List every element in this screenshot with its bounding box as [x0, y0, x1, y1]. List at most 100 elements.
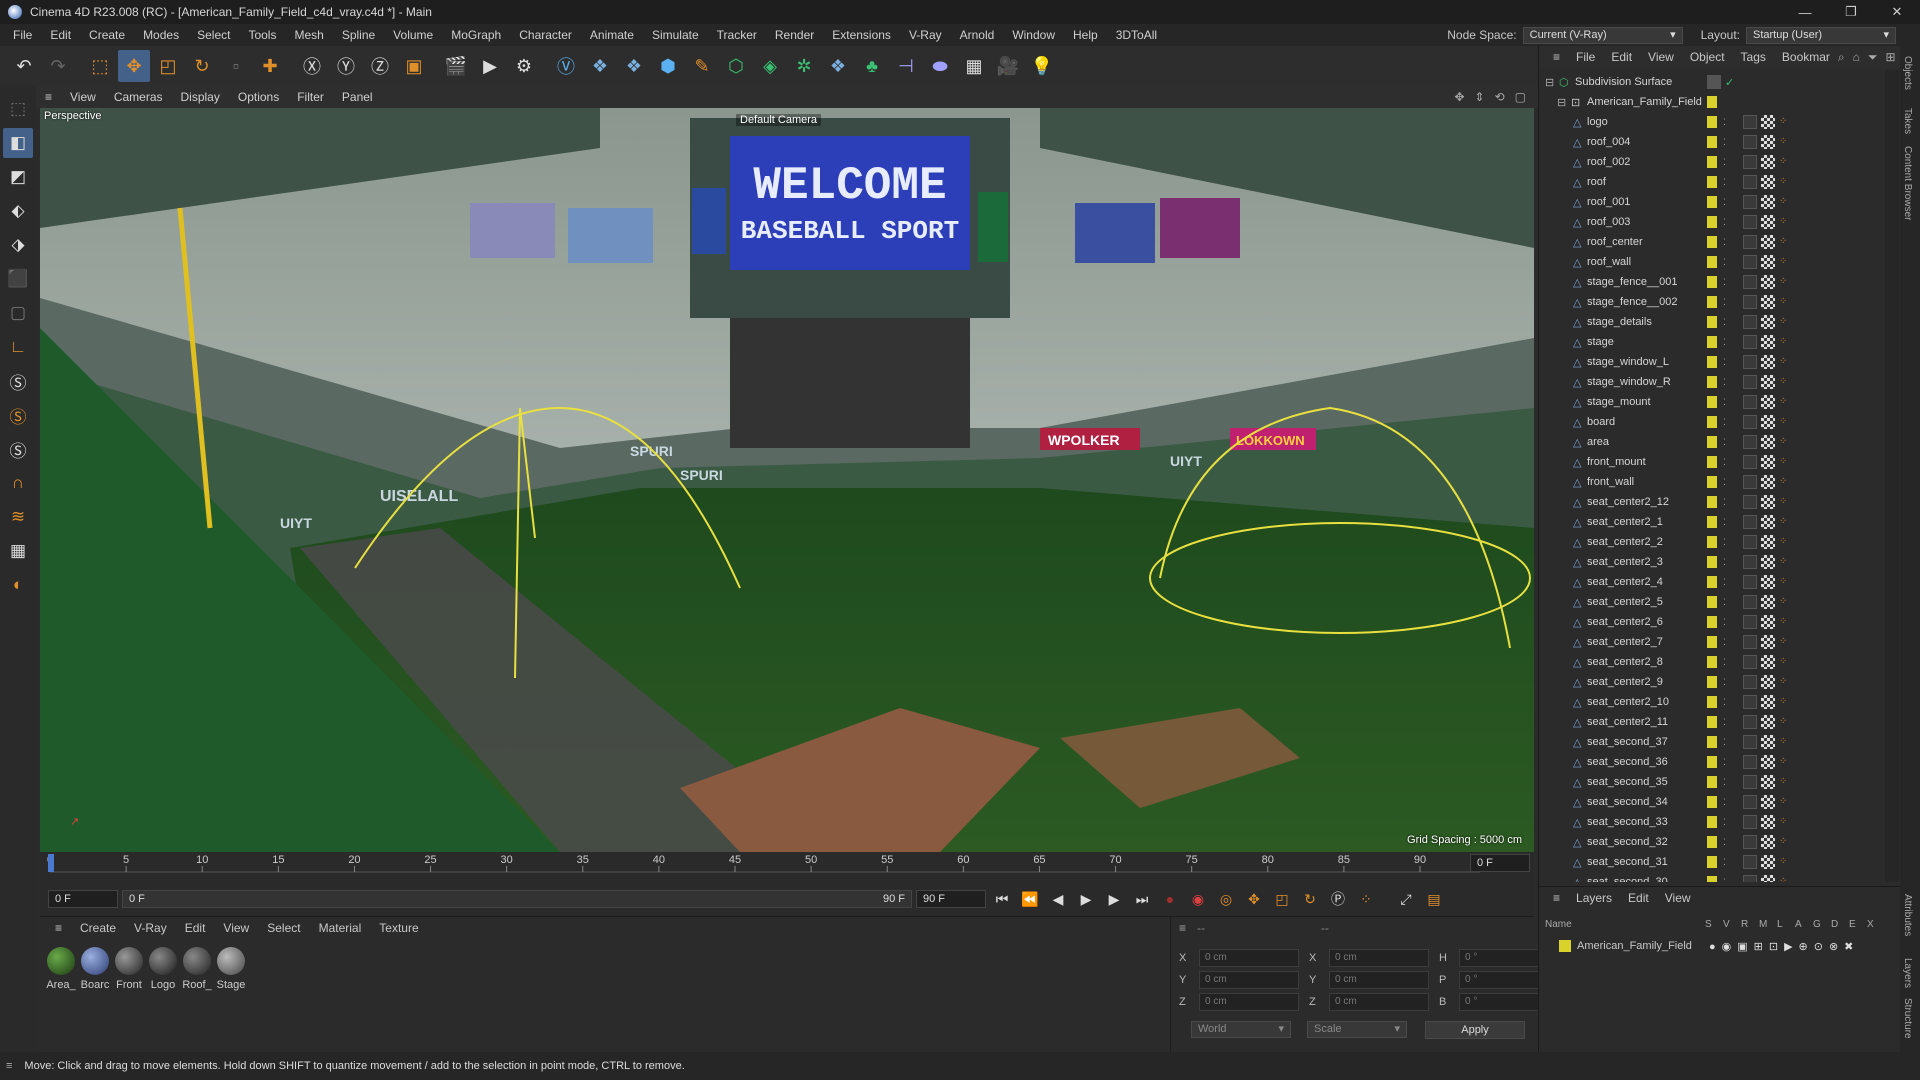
phong-tag-icon[interactable]: ⁘ [1779, 296, 1791, 308]
vray-material-tag-icon[interactable] [1743, 875, 1757, 882]
layer-color-chip[interactable] [1707, 236, 1717, 248]
snap-settings-icon[interactable]: Ⓢ [3, 400, 33, 430]
object-scrollbar[interactable] [1885, 70, 1899, 882]
phong-tag-icon[interactable]: ⁘ [1779, 336, 1791, 348]
visibility-dots-icon[interactable]: ⁚ [1723, 577, 1726, 588]
vray-material-tag-icon[interactable] [1743, 215, 1757, 229]
layer-color-chip[interactable] [1707, 156, 1717, 168]
texture-tag-icon[interactable] [1761, 835, 1775, 849]
hamburger-icon[interactable]: ≡ [1545, 50, 1568, 64]
scale-tool-icon[interactable]: ◰ [152, 50, 184, 82]
light-icon[interactable]: 💡 [1026, 50, 1058, 82]
python-tag-icon[interactable]: ❖ [822, 50, 854, 82]
phong-tag-icon[interactable]: ⁘ [1779, 676, 1791, 688]
vray-material-tag-icon[interactable] [1743, 475, 1757, 489]
effector-icon[interactable]: ♣ [856, 50, 888, 82]
visibility-dots-icon[interactable]: ⁚ [1723, 137, 1726, 148]
new-panel-icon[interactable]: ⊞ [1886, 50, 1896, 65]
subdivision-icon[interactable]: ⬡ [720, 50, 752, 82]
object-row[interactable]: △ seat_second_32 ⁚ ⁘ [1539, 832, 1885, 852]
vray-material-tag-icon[interactable] [1743, 715, 1757, 729]
vray-material-tag-icon[interactable] [1743, 855, 1757, 869]
menu-mograph[interactable]: MoGraph [442, 28, 510, 42]
object-row[interactable]: △ stage_window_L ⁚ ⁘ [1539, 352, 1885, 372]
deformer-icon[interactable]: ⊣ [890, 50, 922, 82]
viewport-menu-filter[interactable]: Filter [288, 90, 333, 104]
texture-tag-icon[interactable] [1761, 235, 1775, 249]
object-row-group[interactable]: ⊟ ⊡ American_Family_Field [1539, 92, 1885, 112]
menu-render[interactable]: Render [766, 28, 823, 42]
vray-material-tag-icon[interactable] [1743, 255, 1757, 269]
object-row[interactable]: △ seat_second_37 ⁚ ⁘ [1539, 732, 1885, 752]
search-icon[interactable]: ⌕ [1838, 50, 1845, 65]
vray-material-tag-icon[interactable] [1743, 635, 1757, 649]
object-row[interactable]: △ stage_fence__001 ⁚ ⁘ [1539, 272, 1885, 292]
hamburger-icon[interactable]: ≡ [36, 90, 61, 104]
mograph-cloner-icon[interactable]: ✲ [788, 50, 820, 82]
object-row[interactable]: △ roof_001 ⁚ ⁘ [1539, 192, 1885, 212]
material-swatch[interactable]: Logo [146, 947, 180, 991]
vray-material-tag-icon[interactable] [1743, 375, 1757, 389]
tab-layers[interactable]: Layers [1902, 958, 1913, 988]
texture-mode-icon[interactable]: ◩ [3, 162, 33, 192]
layer-color-chip[interactable] [1707, 876, 1717, 882]
object-menu-view[interactable]: View [1640, 50, 1682, 64]
visibility-dots-icon[interactable]: ⁚ [1723, 477, 1726, 488]
vray-material-tag-icon[interactable] [1743, 775, 1757, 789]
vray-material-tag-icon[interactable] [1743, 655, 1757, 669]
phong-tag-icon[interactable]: ⁘ [1779, 736, 1791, 748]
phong-tag-icon[interactable]: ⁘ [1779, 236, 1791, 248]
object-row[interactable]: △ seat_center2_11 ⁚ ⁘ [1539, 712, 1885, 732]
object-row[interactable]: △ stage_mount ⁚ ⁘ [1539, 392, 1885, 412]
layer-color-chip[interactable] [1707, 536, 1717, 548]
object-row[interactable]: △ seat_center2_8 ⁚ ⁘ [1539, 652, 1885, 672]
object-row[interactable]: △ seat_second_31 ⁚ ⁘ [1539, 852, 1885, 872]
visibility-dots-icon[interactable]: ⁚ [1723, 437, 1726, 448]
toggle-view-icon[interactable]: ▢ [1515, 90, 1526, 104]
visibility-dots-icon[interactable]: ⁚ [1723, 717, 1726, 728]
layer-color-chip[interactable] [1707, 796, 1717, 808]
model-mode-icon[interactable]: ⬚ [3, 94, 33, 124]
vray-icon[interactable]: Ⓥ [550, 50, 582, 82]
layer-menu-view[interactable]: View [1657, 891, 1699, 905]
menu-help[interactable]: Help [1064, 28, 1107, 42]
phong-tag-icon[interactable]: ⁘ [1779, 636, 1791, 648]
material-menu-edit[interactable]: Edit [176, 921, 215, 935]
texture-tag-icon[interactable] [1761, 575, 1775, 589]
rotate-tool-icon[interactable]: ↻ [186, 50, 218, 82]
menu-create[interactable]: Create [80, 28, 134, 42]
object-menu-file[interactable]: File [1568, 50, 1603, 64]
object-menu-tags[interactable]: Tags [1733, 50, 1774, 64]
y-axis-lock-icon[interactable]: Ⓨ [330, 50, 362, 82]
dopesheet-icon[interactable]: ▤ [1422, 887, 1446, 911]
tab-content-browser[interactable]: Content Browser [1902, 146, 1913, 220]
layer-color-chip[interactable] [1707, 336, 1717, 348]
object-mode-icon[interactable]: ◧ [3, 128, 33, 158]
object-row[interactable]: △ seat_second_33 ⁚ ⁘ [1539, 812, 1885, 832]
visibility-dots-icon[interactable]: ⁚ [1723, 217, 1726, 228]
camera-icon[interactable]: 🎥 [992, 50, 1024, 82]
vray-material-tag-icon[interactable] [1743, 435, 1757, 449]
texture-tag-icon[interactable] [1761, 815, 1775, 829]
visibility-dots-icon[interactable]: ⁚ [1723, 117, 1726, 128]
vray-material-tag-icon[interactable] [1743, 355, 1757, 369]
object-row[interactable]: △ seat_center2_4 ⁚ ⁘ [1539, 572, 1885, 592]
zoom-view-icon[interactable]: ⇕ [1475, 90, 1485, 104]
close-button[interactable]: ✕ [1874, 0, 1920, 24]
material-swatch[interactable]: Boarc [78, 947, 112, 991]
visibility-dots-icon[interactable]: ⁚ [1723, 417, 1726, 428]
layer-color-chip[interactable] [1707, 276, 1717, 288]
keyframe-selection-icon[interactable]: ◎ [1214, 887, 1238, 911]
apply-button[interactable]: Apply [1425, 1021, 1525, 1039]
layer-color-chip[interactable] [1707, 116, 1717, 128]
object-row-root[interactable]: ⊟ ⬡ Subdivision Surface ✓ [1539, 72, 1885, 92]
collapse-icon[interactable]: ⊟ [1557, 96, 1566, 109]
material-swatch[interactable]: Front [112, 947, 146, 991]
texture-tag-icon[interactable] [1761, 275, 1775, 289]
texture-tag-icon[interactable] [1761, 115, 1775, 129]
vray-material-tag-icon[interactable] [1743, 755, 1757, 769]
material-menu-texture[interactable]: Texture [370, 921, 427, 935]
menu-select[interactable]: Select [188, 28, 239, 42]
go-to-start-icon[interactable]: ⏮ [990, 887, 1014, 911]
texture-tag-icon[interactable] [1761, 155, 1775, 169]
